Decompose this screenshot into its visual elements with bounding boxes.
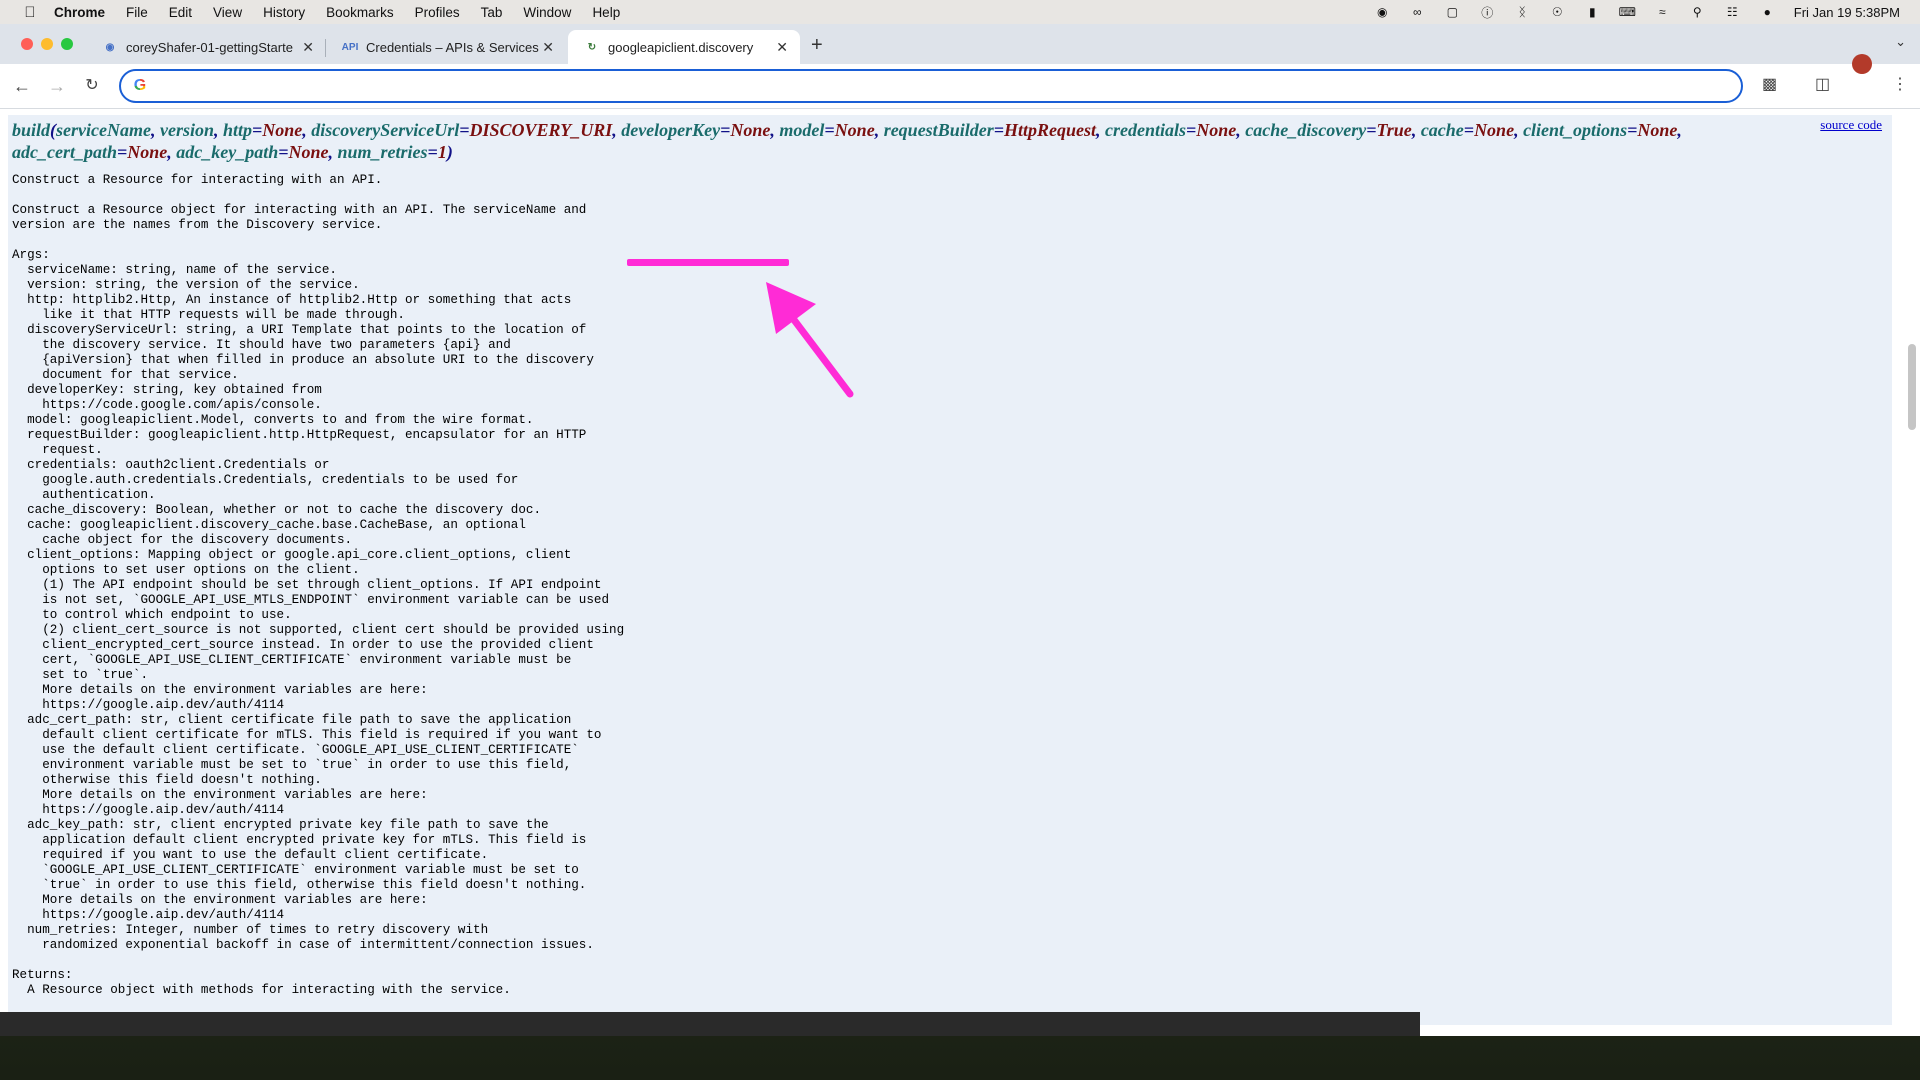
- param-default: None: [262, 120, 303, 140]
- param-name: adc_key_path: [176, 142, 279, 162]
- forward-button[interactable]: →: [45, 74, 69, 98]
- desktop-background-strip: [0, 1012, 1420, 1036]
- param-default: None: [288, 142, 329, 162]
- status-app-icon[interactable]: ◉: [1374, 5, 1391, 19]
- tab-title: Credentials – APIs & Services: [366, 39, 539, 55]
- tab-title: coreyShafer-01-gettingStarte: [126, 39, 293, 55]
- menu-app-name[interactable]: Chrome: [54, 5, 105, 20]
- tab-credentials[interactable]: API Credentials – APIs & Services ✕: [326, 30, 566, 64]
- param-default: True: [1376, 120, 1412, 140]
- tab-strip: ◉ coreyShafer-01-gettingStarte ✕ API Cre…: [0, 24, 1920, 64]
- param-default: None: [1196, 120, 1237, 140]
- keyboard-icon[interactable]: ⌨: [1619, 5, 1636, 19]
- battery-icon[interactable]: ▮: [1584, 5, 1601, 19]
- github-icon: ◉: [105, 41, 115, 53]
- param-name: client_options: [1523, 120, 1628, 140]
- close-tab-icon[interactable]: ✕: [776, 39, 788, 56]
- param-default: None: [1474, 120, 1515, 140]
- menu-view[interactable]: View: [213, 5, 242, 20]
- tab-github[interactable]: ◉ coreyShafer-01-gettingStarte ✕: [86, 30, 326, 64]
- close-tab-icon[interactable]: ✕: [302, 39, 314, 56]
- function-name: build: [12, 120, 51, 140]
- new-tab-button[interactable]: +: [811, 34, 823, 57]
- source-code-link[interactable]: source code: [1820, 117, 1882, 133]
- bluetooth-icon[interactable]: ᛝ: [1514, 5, 1531, 19]
- menu-file[interactable]: File: [126, 5, 148, 20]
- apple-menu-icon[interactable]: : [20, 4, 40, 21]
- param-name: cache_discovery: [1245, 120, 1367, 140]
- user-circle-icon[interactable]: ☉: [1549, 5, 1566, 19]
- menu-help[interactable]: Help: [592, 5, 620, 20]
- menu-window[interactable]: Window: [523, 5, 571, 20]
- param-name: cache: [1420, 120, 1464, 140]
- vertical-scrollbar[interactable]: [1908, 344, 1916, 430]
- param-name: version: [159, 120, 214, 140]
- param-default: 1: [437, 142, 447, 162]
- param-name: num_retries: [337, 142, 428, 162]
- google-icon: G: [131, 77, 149, 95]
- annotation-arrow-icon: [766, 282, 854, 398]
- window-icon[interactable]: ▢: [1444, 5, 1461, 19]
- function-signature: build(serviceName, version, http=None, d…: [12, 120, 1682, 162]
- function-docstring: Construct a Resource for interacting wit…: [12, 173, 625, 997]
- param-default: DISCOVERY_URI: [469, 120, 613, 140]
- param-name: discoveryServiceUrl: [311, 120, 460, 140]
- control-center-icon[interactable]: ☷: [1724, 5, 1741, 19]
- search-icon[interactable]: ⚲: [1689, 5, 1706, 19]
- param-name: adc_cert_path: [12, 142, 117, 162]
- siri-icon[interactable]: ●: [1759, 5, 1776, 19]
- profile-avatar[interactable]: [1852, 54, 1872, 74]
- param-name: serviceName: [56, 120, 151, 140]
- loading-icon: ↻: [587, 41, 597, 53]
- side-panel-icon[interactable]: ◫: [1815, 74, 1830, 94]
- zoom-window-button[interactable]: [61, 38, 73, 50]
- tab-discovery-active[interactable]: ↻ googleapiclient.discovery ✕: [568, 30, 800, 64]
- menu-tab[interactable]: Tab: [481, 5, 503, 20]
- api-icon: API: [341, 41, 359, 53]
- menu-edit[interactable]: Edit: [169, 5, 192, 20]
- browser-toolbar: ← → ↻ G ▩ ◫ ⋮: [0, 64, 1920, 109]
- param-name: requestBuilder: [883, 120, 994, 140]
- tab-search-chevron-icon[interactable]: ⌄: [1895, 34, 1906, 50]
- param-name: http: [222, 120, 252, 140]
- close-window-button[interactable]: [21, 38, 33, 50]
- close-tab-icon[interactable]: ✕: [542, 39, 554, 56]
- developerkey-underline-annotation: [627, 259, 789, 266]
- param-default: None: [127, 142, 168, 162]
- param-name: credentials: [1104, 120, 1186, 140]
- glasses-icon[interactable]: ∞: [1409, 5, 1426, 19]
- page-content: build(serviceName, version, http=None, d…: [0, 109, 1920, 1036]
- pydoc-function-section: build(serviceName, version, http=None, d…: [8, 115, 1892, 1025]
- param-name: model: [779, 120, 825, 140]
- menu-bookmarks[interactable]: Bookmarks: [326, 5, 394, 20]
- address-bar[interactable]: G: [119, 69, 1743, 103]
- back-button[interactable]: ←: [10, 74, 34, 98]
- param-default: None: [834, 120, 875, 140]
- menu-history[interactable]: History: [263, 5, 305, 20]
- minimize-window-button[interactable]: [41, 38, 53, 50]
- wifi-icon[interactable]: ≈: [1654, 5, 1671, 19]
- chrome-window: ◉ coreyShafer-01-gettingStarte ✕ API Cre…: [0, 24, 1920, 1036]
- chrome-menu-icon[interactable]: ⋮: [1892, 74, 1908, 94]
- menu-profiles[interactable]: Profiles: [415, 5, 460, 20]
- menubar-status-area: ◉ ∞ ▢ ⓘ ᛝ ☉ ▮ ⌨ ≈ ⚲ ☷ ● Fri Jan 19 5:38P…: [1374, 0, 1900, 24]
- reload-button[interactable]: ↻: [80, 74, 104, 98]
- info-circle-icon[interactable]: ⓘ: [1479, 5, 1496, 20]
- macos-menu-bar:  Chrome File Edit View History Bookmark…: [0, 0, 1920, 24]
- param-default: None: [1637, 120, 1678, 140]
- param-name: developerKey: [621, 120, 721, 140]
- extensions-puzzle-icon[interactable]: ▩: [1762, 74, 1777, 94]
- param-default: None: [730, 120, 771, 140]
- menubar-clock[interactable]: Fri Jan 19 5:38PM: [1794, 5, 1900, 20]
- param-default: HttpRequest: [1003, 120, 1096, 140]
- tab-title: googleapiclient.discovery: [608, 39, 754, 55]
